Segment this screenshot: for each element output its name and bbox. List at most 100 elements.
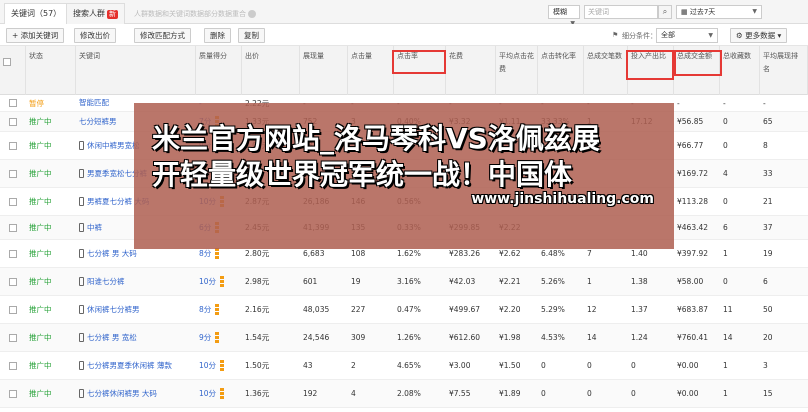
row-checkbox[interactable] bbox=[9, 305, 17, 314]
table-row[interactable]: 推广中 七分裤 男 宽松 9分 1.54元 24,546 309 1.26% ¥612.60 ¥… bbox=[0, 324, 808, 352]
cell-gmv: - bbox=[674, 95, 720, 111]
value-gmv: ¥463.42 bbox=[677, 223, 709, 232]
status-badge: 推广中 bbox=[29, 361, 52, 370]
value-impr: 192 bbox=[303, 389, 318, 398]
cell-roi: 0 bbox=[628, 380, 674, 407]
row-checkbox[interactable] bbox=[9, 249, 17, 258]
value-orders: 0 bbox=[587, 361, 592, 370]
modify-bid-button[interactable]: 修改出价 bbox=[74, 28, 116, 43]
header-cpc[interactable]: 平均点击花费 bbox=[496, 46, 538, 95]
ad-banner[interactable]: 米兰官方网站_洛马琴科VS洛佩兹展 开轻量级世界冠军统一战！中国体 www.ji… bbox=[134, 103, 674, 249]
more-data-button[interactable]: ⚙ 更多数据 ▾ bbox=[730, 28, 788, 43]
table-row[interactable]: 推广中 休闲裤七分裤男 8分 2.16元 48,035 227 0.47% ¥499.67 ¥2… bbox=[0, 296, 808, 324]
cell-bid[interactable]: 1.36元 bbox=[242, 380, 300, 407]
header-favorites[interactable]: 总收藏数 bbox=[720, 46, 760, 95]
header-cost[interactable]: 花费 bbox=[446, 46, 496, 95]
add-keyword-button[interactable]: + 添加关键词 bbox=[6, 28, 65, 43]
cell-bid[interactable]: 1.50元 bbox=[242, 352, 300, 379]
date-range-select[interactable]: ▦ 过去7天 ▼ bbox=[676, 5, 762, 19]
row-checkbox[interactable] bbox=[9, 223, 17, 232]
info-icon[interactable] bbox=[248, 10, 256, 18]
keyword-text[interactable]: 休闲中裤男宽松 bbox=[87, 140, 140, 152]
keyword-text[interactable]: 中裤 bbox=[87, 222, 102, 234]
table-row[interactable]: 推广中 七分裤休闲裤男 大码 10分 1.36元 192 4 2.08% ¥7.55 ¥1.89… bbox=[0, 380, 808, 408]
cell-status: 推广中 bbox=[26, 352, 76, 379]
row-checkbox[interactable] bbox=[9, 389, 17, 398]
keyword-text[interactable]: 七分短裤男 bbox=[79, 116, 117, 128]
value-gmv: ¥58.00 bbox=[677, 277, 704, 286]
tab-keywords[interactable]: 关键词（57） bbox=[4, 3, 69, 25]
cell-keyword[interactable]: 休闲裤七分裤男 bbox=[76, 296, 196, 323]
header-quality-score[interactable]: 质量得分 bbox=[196, 46, 242, 95]
quality-score: 10分 bbox=[199, 277, 217, 286]
search-icon[interactable]: ⌕ bbox=[658, 5, 672, 19]
cell-clicks: 309 bbox=[348, 324, 394, 351]
copy-button[interactable]: 复制 bbox=[238, 28, 265, 43]
cell-gmv: ¥683.87 bbox=[674, 296, 720, 323]
table-row[interactable]: 推广中 七分裤男夏季休闲裤 薄款 10分 1.50元 43 2 4.65% ¥3.00 ¥1.5… bbox=[0, 352, 808, 380]
cell-fav: - bbox=[720, 95, 760, 111]
table-row[interactable]: 推广中 阳谁七分裤 10分 2.98元 601 19 3.16% ¥42.03 ¥2.21 5.2… bbox=[0, 268, 808, 296]
cell-keyword[interactable]: 七分裤男夏季休闲裤 薄款 bbox=[76, 352, 196, 379]
filter-select[interactable]: 全部 ▼ bbox=[656, 28, 718, 43]
cell-cost: ¥612.60 bbox=[446, 324, 496, 351]
row-checkbox[interactable] bbox=[9, 99, 17, 107]
row-checkbox[interactable] bbox=[9, 117, 17, 126]
header-status[interactable]: 状态 bbox=[26, 46, 76, 95]
row-checkbox[interactable] bbox=[9, 141, 17, 150]
cell-rank: 21 bbox=[760, 188, 808, 215]
value-rank: 50 bbox=[763, 305, 773, 314]
cell-gmv: ¥760.41 bbox=[674, 324, 720, 351]
keyword-text[interactable]: 休闲裤七分裤男 bbox=[87, 304, 140, 316]
quality-score: 9分 bbox=[199, 333, 212, 342]
header-bid[interactable]: 出价 bbox=[242, 46, 300, 95]
cell-clicks: 227 bbox=[348, 296, 394, 323]
row-checkbox[interactable] bbox=[9, 197, 17, 206]
keyword-text[interactable]: 七分裤 男 宽松 bbox=[87, 332, 137, 344]
cell-fav: 4 bbox=[720, 160, 760, 187]
keyword-text[interactable]: 七分裤 男 大码 bbox=[87, 248, 137, 260]
header-cvr[interactable]: 点击转化率 bbox=[538, 46, 584, 95]
select-all-checkbox[interactable] bbox=[3, 58, 11, 66]
cell-impr: 192 bbox=[300, 380, 348, 407]
chevron-down-icon: ▼ bbox=[752, 8, 757, 15]
header-keyword[interactable]: 关键词 bbox=[76, 46, 196, 95]
value-bid: 1.54元 bbox=[245, 333, 270, 342]
cell-bid[interactable]: 2.98元 bbox=[242, 268, 300, 295]
modify-match-button[interactable]: 修改匹配方式 bbox=[134, 28, 191, 43]
calendar-icon: ▦ bbox=[681, 8, 690, 16]
status-badge: 推广中 bbox=[29, 305, 52, 314]
keyword-search-input[interactable]: 关键词 bbox=[584, 5, 658, 19]
keyword-text[interactable]: 智能匹配 bbox=[79, 97, 109, 109]
value-rank: 37 bbox=[763, 223, 773, 232]
header-clicks[interactable]: 点击量 bbox=[348, 46, 394, 95]
banner-url[interactable]: www.jinshihualing.com bbox=[471, 191, 654, 207]
value-fav: 0 bbox=[723, 277, 728, 286]
cell-keyword[interactable]: 阳谁七分裤 bbox=[76, 268, 196, 295]
cell-keyword[interactable]: 七分裤 男 宽松 bbox=[76, 324, 196, 351]
cell-bid[interactable]: 2.16元 bbox=[242, 296, 300, 323]
cell-bid[interactable]: 1.54元 bbox=[242, 324, 300, 351]
row-checkbox[interactable] bbox=[9, 169, 17, 178]
match-scope-select[interactable]: 模糊▼ bbox=[548, 5, 580, 27]
header-impressions[interactable]: 展现量 bbox=[300, 46, 348, 95]
cell-impr: 24,546 bbox=[300, 324, 348, 351]
status-badge: 推广中 bbox=[29, 117, 52, 126]
row-checkbox[interactable] bbox=[9, 333, 17, 342]
tab-crowd[interactable]: 搜索人群新 bbox=[66, 3, 125, 24]
mobile-icon bbox=[79, 361, 84, 370]
header-avg-rank[interactable]: 平均展现排名 bbox=[760, 46, 808, 95]
cell-keyword[interactable]: 七分裤休闲裤男 大码 bbox=[76, 380, 196, 407]
filter-value: 全部 bbox=[661, 31, 675, 39]
value-roi: 1.37 bbox=[631, 305, 648, 314]
row-checkbox[interactable] bbox=[9, 361, 17, 370]
keyword-text[interactable]: 七分裤男夏季休闲裤 薄款 bbox=[87, 360, 172, 372]
delete-button[interactable]: 删除 bbox=[204, 28, 231, 43]
header-orders[interactable]: 总成交笔数 bbox=[584, 46, 628, 95]
keyword-text[interactable]: 阳谁七分裤 bbox=[87, 276, 125, 288]
row-select-cell bbox=[0, 268, 26, 295]
row-checkbox[interactable] bbox=[9, 277, 17, 286]
keyword-text[interactable]: 七分裤休闲裤男 大码 bbox=[87, 388, 157, 400]
value-clicks: 2 bbox=[351, 361, 356, 370]
status-badge: 推广中 bbox=[29, 223, 52, 232]
